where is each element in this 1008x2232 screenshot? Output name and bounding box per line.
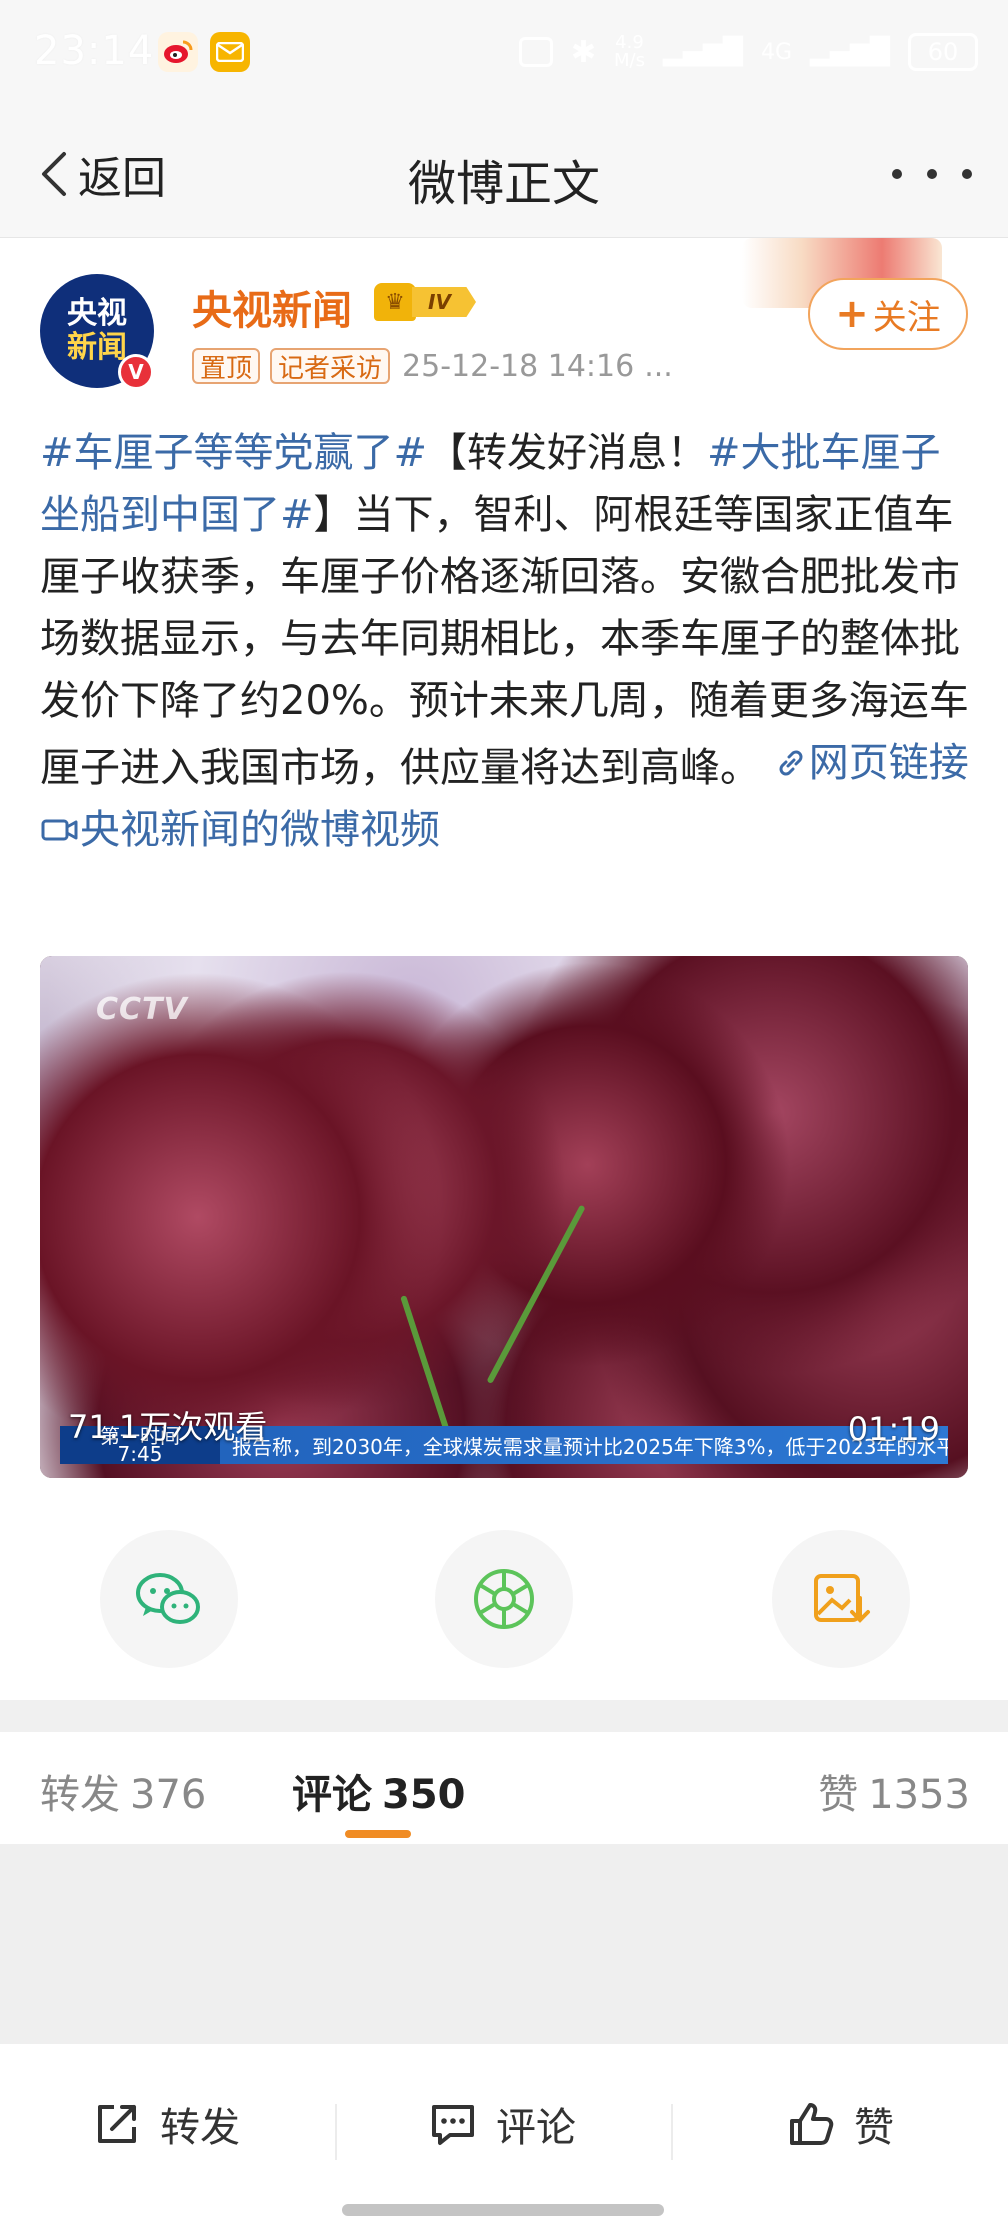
status-bar: 23:14 ✱ 4.9 M/s ▂▄▆█ 4G ▂▄▆█ 60 xyxy=(0,0,1008,110)
post-timestamp: 25-12-18 14:16 xyxy=(402,348,635,384)
comment-label: 评论 xyxy=(496,2105,576,2151)
active-tab-indicator xyxy=(345,1830,411,1838)
bluetooth-icon: ✱ xyxy=(570,34,596,70)
repost-button[interactable]: 转发 xyxy=(92,2094,240,2154)
link-icon xyxy=(779,750,803,776)
like-button[interactable]: 赞 xyxy=(786,2094,894,2154)
dot-icon xyxy=(892,169,902,179)
tab-like-label: 赞 xyxy=(818,1772,859,1818)
dot-icon xyxy=(962,169,972,179)
avatar-text-line2: 新闻 xyxy=(67,330,127,365)
separator xyxy=(335,2104,337,2160)
crown-icon: ♛ xyxy=(374,283,416,321)
nfc-icon xyxy=(518,37,553,67)
battery-icon: 60 xyxy=(908,33,978,71)
tab-comment[interactable]: 评论 350 xyxy=(292,1762,466,1820)
more-options-button[interactable] xyxy=(892,154,972,194)
post-author: 央视 新闻 V 央视新闻 ♛ IV + 关注 置顶 记者采访 25-12-18 … xyxy=(0,238,1008,408)
dot-icon xyxy=(927,169,937,179)
separator xyxy=(671,2104,673,2160)
verified-icon: V xyxy=(118,354,154,390)
repost-label: 转发 xyxy=(160,2105,240,2151)
avatar-text-line1: 央视 xyxy=(67,296,127,331)
repost-icon xyxy=(98,2105,136,2143)
wechat-icon xyxy=(136,1573,200,1624)
home-indicator[interactable] xyxy=(342,2204,664,2216)
top-nav: 返回 微博正文 xyxy=(0,110,1008,238)
status-time: 23:14 xyxy=(34,28,155,74)
tab-like-count: 1353 xyxy=(868,1772,970,1818)
share-moments-button[interactable] xyxy=(435,1530,573,1668)
author-name[interactable]: 央视新闻 xyxy=(192,278,352,336)
post-text: 【转发好消息！ xyxy=(427,430,708,476)
like-label: 赞 xyxy=(854,2105,894,2151)
comment-button[interactable]: 评论 xyxy=(428,2094,576,2154)
back-label: 返回 xyxy=(78,153,166,204)
hashtag-link[interactable]: #车厘子等等党赢了# xyxy=(40,430,427,476)
video-link[interactable]: 央视新闻的微博视频 xyxy=(40,799,440,861)
level-badge: IV xyxy=(412,287,476,317)
post-meta: 置顶 记者采访 25-12-18 14:16 ... xyxy=(192,346,673,386)
tab-repost-count: 376 xyxy=(130,1772,207,1818)
back-arrow-icon xyxy=(42,152,66,196)
web-link[interactable]: 网页链接 xyxy=(773,732,969,794)
video-link-label: 央视新闻的微博视频 xyxy=(80,807,440,853)
web-link-label: 网页链接 xyxy=(808,740,969,786)
video-view-count: 71.1万次观看 xyxy=(68,1408,268,1446)
ticker-text: 报告称，到2030年，全球煤炭需求量预计比2025年下降3%，低于2023年的水… xyxy=(232,1434,948,1459)
network-speed: 4.9 M/s xyxy=(614,34,645,70)
pinned-tag: 置顶 xyxy=(192,348,261,384)
network-speed-unit: M/s xyxy=(614,50,645,71)
moments-icon xyxy=(474,1569,534,1629)
follow-label: 关注 xyxy=(872,297,941,338)
comments-area xyxy=(0,1844,1008,2044)
plus-icon: + xyxy=(835,291,869,337)
interaction-tabs: 转发 376 评论 350 赞 1353 xyxy=(0,1732,1008,1844)
member-badge[interactable]: ♛ IV xyxy=(374,282,484,322)
channel-logo: CCTV xyxy=(96,992,188,1027)
video-player[interactable]: CCTV 第一时间 7:45 报告称，到2030年，全球煤炭需求量预计比2025… xyxy=(40,956,968,1478)
weibo-notification-icon xyxy=(158,32,198,72)
network-type: 4G xyxy=(760,39,793,65)
mail-notification-icon xyxy=(210,32,250,72)
video-duration: 01:19 xyxy=(847,1410,940,1448)
bottom-action-bar: 转发 评论 赞 xyxy=(0,2044,1008,2232)
comment-icon xyxy=(432,2105,474,2145)
battery-level: 60 xyxy=(927,38,959,66)
meta-more[interactable]: ... xyxy=(644,349,673,384)
tab-like[interactable]: 赞 1353 xyxy=(818,1762,970,1820)
status-icons: ✱ 4.9 M/s ▂▄▆█ 4G ▂▄▆█ 60 xyxy=(518,30,978,74)
thumbs-up-icon xyxy=(790,2103,834,2145)
section-divider xyxy=(0,1700,1008,1732)
save-image-icon xyxy=(814,1574,870,1623)
video-camera-icon xyxy=(41,819,78,841)
tab-repost-label: 转发 xyxy=(40,1772,120,1818)
tab-comment-label: 评论 xyxy=(292,1772,372,1818)
post-content: #车厘子等等党赢了#【转发好消息！#大批车厘子坐船到中国了#】当下，智利、阿根廷… xyxy=(40,422,972,866)
signal-icon-2: ▂▄▆█ xyxy=(810,37,890,67)
share-row xyxy=(0,1530,1008,1670)
signal-icon: ▂▄▆█ xyxy=(662,37,743,67)
save-image-button[interactable] xyxy=(772,1530,910,1668)
reporter-tag: 记者采访 xyxy=(270,348,391,384)
tab-repost[interactable]: 转发 376 xyxy=(40,1762,206,1820)
share-wechat-button[interactable] xyxy=(100,1530,238,1668)
video-thumbnail xyxy=(40,956,968,1478)
back-button[interactable]: 返回 xyxy=(36,144,166,204)
follow-button[interactable]: + 关注 xyxy=(808,278,968,350)
tab-comment-count: 350 xyxy=(382,1772,466,1818)
